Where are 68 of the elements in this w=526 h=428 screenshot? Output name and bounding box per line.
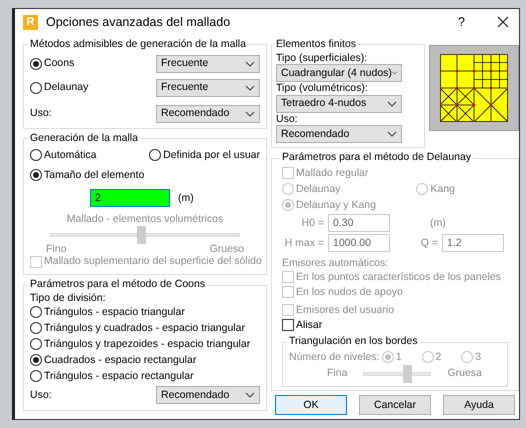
field-label: Uso: — [30, 389, 52, 402]
field-label: Q = — [420, 236, 438, 250]
radio-button[interactable]: Tamaño del elemento — [30, 168, 144, 182]
field-label: Uso: — [30, 107, 52, 120]
caret-icon — [245, 60, 255, 67]
scale-label: Grueso — [210, 244, 244, 256]
window-title: Opciones avanzadas del mallado — [46, 14, 232, 30]
dropdown[interactable]: Recomendado — [276, 125, 402, 144]
radio-button[interactable]: Triángulos y cuadrados - espacio triangular — [30, 322, 245, 335]
slider-label: Mallado - elementos volumétricos — [66, 213, 224, 226]
radio-circle-icon[interactable] — [30, 149, 42, 162]
radio-button[interactable]: Cuadrados - espacio rectangular — [30, 354, 196, 367]
caret-icon — [245, 110, 255, 117]
radio-button[interactable]: Triángulos - espacio triangular — [30, 306, 185, 319]
group-label: Métodos admisibles de generación de la malla — [29, 39, 247, 51]
field-label: H max = — [284, 236, 324, 250]
dialog-button[interactable]: Ayuda — [443, 395, 515, 416]
radio-button[interactable]: Definida por el usuar — [149, 148, 260, 162]
app-icon: R — [23, 14, 38, 30]
caret-icon — [387, 100, 397, 107]
help-button[interactable]: ? — [458, 14, 465, 30]
unit-label: (m) — [430, 216, 446, 230]
group-label: Generación de la malla — [29, 132, 139, 144]
caret-icon — [245, 84, 255, 91]
size-input[interactable]: 2 — [90, 189, 170, 208]
radio-circle-icon[interactable] — [30, 82, 42, 94]
group-label: Triangulación en los bordes — [288, 336, 419, 348]
group-label: Elementos finitos — [275, 39, 357, 51]
radio-circle-icon[interactable] — [30, 306, 42, 318]
mesh-preview-drawing — [440, 54, 508, 122]
radio-circle-icon[interactable] — [30, 338, 42, 350]
dropdown[interactable]: Recomendado — [156, 104, 260, 123]
dropdown[interactable]: Tetraedro 4-nudos — [276, 94, 402, 113]
field-label: Emisores automáticos: — [282, 256, 390, 270]
radio-circle-icon[interactable] — [30, 354, 42, 366]
caret-icon — [387, 131, 397, 138]
field-label: Tipo (superficiales): — [276, 52, 368, 64]
field-label: Uso: — [276, 112, 299, 126]
radio-button[interactable]: Triángulos y trapezoides - espacio triangular — [30, 338, 250, 351]
caret-icon — [245, 392, 255, 398]
radio-circle-icon[interactable] — [30, 169, 42, 182]
field-label: H0 = — [300, 216, 324, 230]
radio-button[interactable]: Delaunay — [30, 81, 88, 94]
radio-circle-icon[interactable] — [149, 149, 162, 162]
dialog-button[interactable]: Cancelar — [359, 395, 431, 416]
field-label: Número de niveles: — [289, 350, 380, 364]
dialog-button[interactable]: OK — [275, 395, 347, 416]
caret-icon — [392, 70, 397, 76]
radio-button[interactable]: Coons — [30, 57, 74, 70]
group-label: Parámetros para el método de Delaunay — [281, 152, 472, 164]
scale-label: Fina — [327, 367, 348, 380]
scale-label: Gruesa — [447, 367, 482, 380]
radio-circle-icon[interactable] — [30, 370, 42, 382]
field-label: Tipo de división: — [30, 292, 106, 304]
scale-label: Fino — [46, 244, 66, 256]
slider-thumb[interactable] — [137, 226, 146, 244]
dropdown[interactable]: Recomendado — [156, 386, 260, 404]
close-icon[interactable] — [497, 16, 509, 28]
radio-circle-icon[interactable] — [30, 58, 42, 70]
field-label: Tipo (volumétricos): — [276, 82, 369, 95]
dropdown[interactable]: Cuadrangular (4 nudos) — [276, 64, 402, 82]
dropdown[interactable]: Frecuente — [156, 78, 260, 97]
radio-circle-icon[interactable] — [30, 322, 42, 334]
radio-button[interactable]: Automática — [30, 148, 97, 162]
dropdown[interactable]: Frecuente — [156, 54, 260, 73]
radio-button[interactable]: Triángulos - espacio rectangular — [30, 370, 194, 383]
unit-label: (m) — [178, 192, 194, 204]
group-label: Parámetros para el método de Coons — [29, 279, 206, 291]
